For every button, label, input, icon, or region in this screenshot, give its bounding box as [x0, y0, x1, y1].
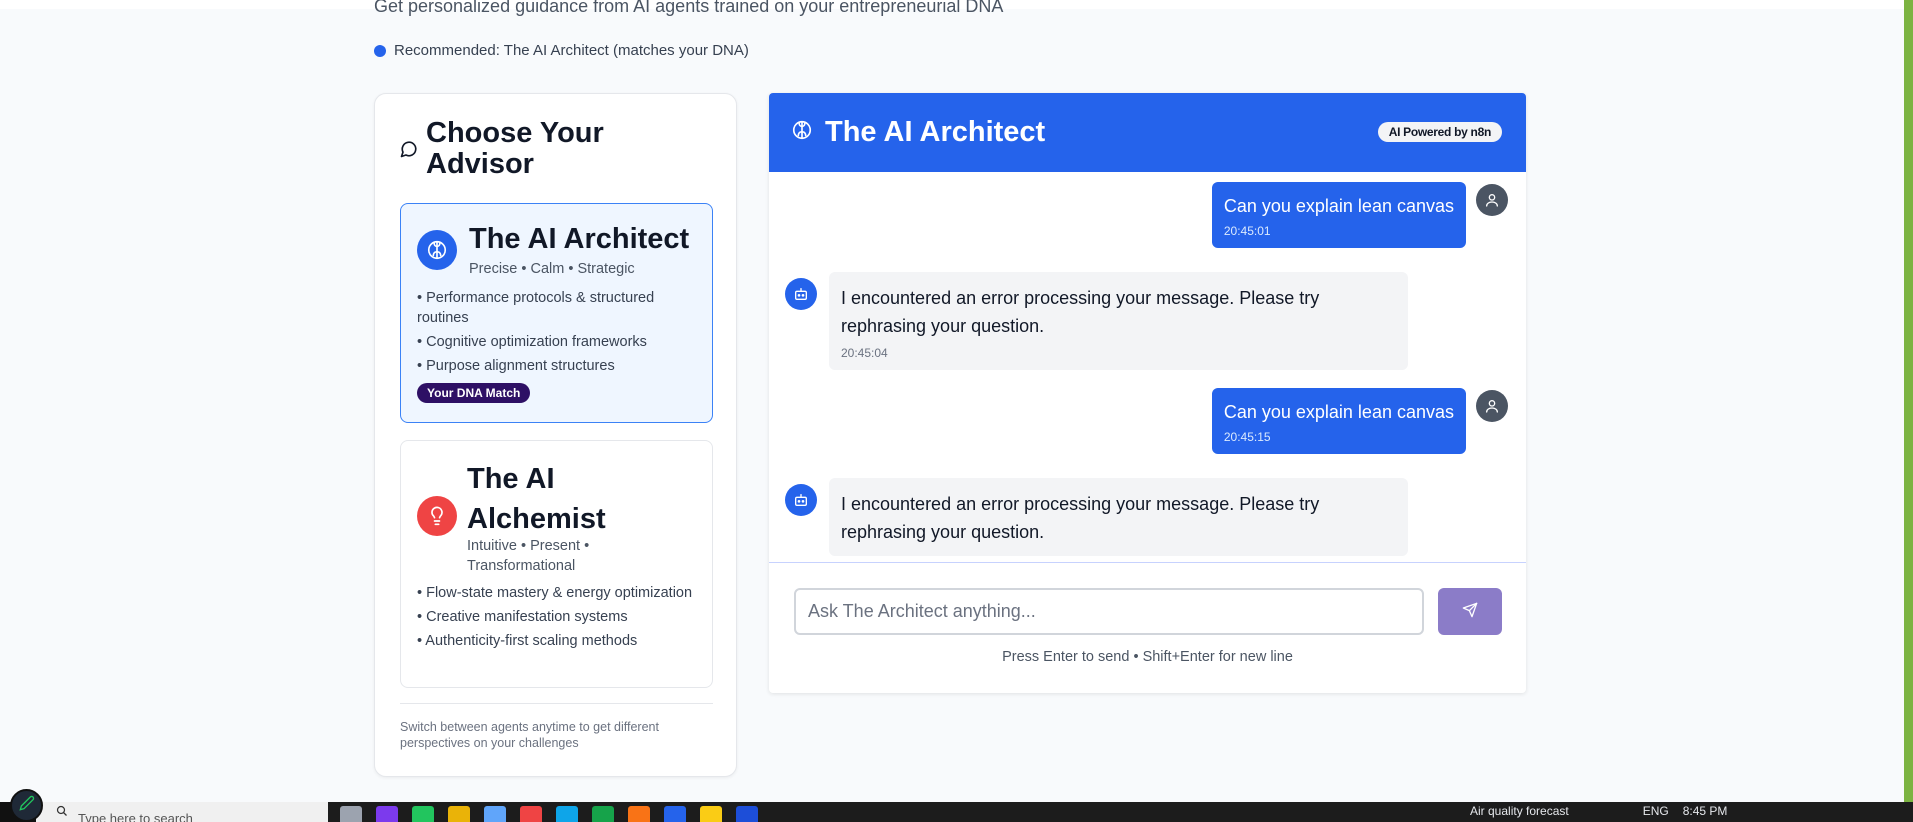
recommendation-text: Recommended: The AI Architect (matches y…: [394, 42, 749, 59]
bot-bubble: I encountered an error processing your m…: [829, 478, 1408, 556]
window-edge-accent: [1904, 0, 1913, 822]
edit-fab-button[interactable]: [10, 789, 43, 822]
message-time: 20:45:01: [1223, 224, 1271, 238]
taskbar-app-icon[interactable]: [520, 806, 542, 822]
message-text: I encountered an error processing your m…: [841, 288, 1320, 336]
advisor-feature: • Flow-state mastery & energy optimizati…: [417, 585, 693, 601]
advisor-name: The AI Architect: [469, 223, 690, 255]
taskbar-search-placeholder: Type here to search: [78, 811, 193, 822]
pencil-icon: [18, 795, 35, 816]
chat-header: The AI Architect AI Powered by n8n: [769, 93, 1526, 172]
taskbar-search[interactable]: Type here to search: [36, 802, 328, 822]
input-divider: [769, 562, 1526, 563]
advisor-panel-header: Choose Your Advisor: [400, 118, 646, 180]
bot-avatar-icon: [785, 278, 817, 310]
chat-panel: The AI Architect AI Powered by n8n Can y…: [769, 93, 1526, 693]
taskbar-app-icon[interactable]: [412, 806, 434, 822]
advisor-card-alchemist[interactable]: The AI Alchemist Intuitive • Present • T…: [400, 440, 713, 688]
taskbar-app-icon[interactable]: [700, 806, 722, 822]
send-icon: [1462, 602, 1478, 621]
bot-avatar-icon: [785, 484, 817, 516]
advisor-switch-note: Switch between agents anytime to get dif…: [400, 720, 659, 750]
recommendation-dot: [374, 44, 386, 57]
message-text: Can you explain lean canvas: [1223, 196, 1454, 216]
search-icon: [56, 804, 68, 822]
taskbar-app-icon[interactable]: [340, 806, 362, 822]
advisor-card-architect[interactable]: The AI Architect Precise • Calm • Strate…: [400, 203, 713, 423]
chat-bubble-icon: [400, 140, 418, 163]
user-message: Can you explain lean canvas 20:45:15: [1211, 388, 1466, 454]
bot-bubble: I encountered an error processing your m…: [829, 272, 1408, 370]
advisor-panel-title: Choose Your Advisor: [426, 117, 604, 180]
dna-match-badge: Your DNA Match: [417, 383, 531, 403]
message-text: Can you explain lean canvas: [1223, 402, 1454, 422]
bot-message: I encountered an error processing your m…: [829, 272, 1408, 370]
brain-icon: [417, 230, 457, 270]
taskbar-app-icon[interactable]: [592, 806, 614, 822]
advisor-panel-divider: [400, 703, 713, 704]
user-message: Can you explain lean canvas 20:45:01: [1211, 182, 1466, 248]
advisor-feature: • Performance protocols & structured rou…: [417, 290, 655, 326]
taskbar-app-icon[interactable]: [664, 806, 686, 822]
advisor-name: The AI Alchemist: [467, 463, 606, 535]
taskbar-apps: [340, 806, 758, 822]
advisor-feature: • Authenticity-first scaling methods: [417, 633, 638, 649]
advisor-feature-list: • Flow-state mastery & energy optimizati…: [417, 583, 707, 655]
system-tray: Air quality forecast ENG 8:45 PM: [1470, 804, 1727, 818]
message-list[interactable]: Can you explain lean canvas 20:45:01 I e…: [769, 172, 1526, 562]
send-button[interactable]: [1438, 588, 1502, 635]
user-bubble: Can you explain lean canvas 20:45:15: [1211, 388, 1466, 454]
weather-widget[interactable]: Air quality forecast: [1470, 804, 1569, 818]
brain-icon: [791, 119, 813, 146]
message-time: 20:45:15: [1223, 430, 1271, 444]
advisor-panel: Choose Your Advisor The AI Architect Pre…: [374, 93, 737, 777]
advisor-feature-list: • Performance protocols & structured rou…: [417, 288, 707, 380]
advisor-traits: Intuitive • Present • Transformational: [467, 538, 590, 574]
language-indicator[interactable]: ENG: [1643, 804, 1669, 818]
taskbar-app-icon[interactable]: [736, 806, 758, 822]
taskbar-app-icon[interactable]: [628, 806, 650, 822]
clock[interactable]: 8:45 PM: [1683, 804, 1728, 818]
chat-title: The AI Architect: [825, 116, 1046, 148]
taskbar-app-icon[interactable]: [448, 806, 470, 822]
advisor-feature: • Creative manifestation systems: [417, 609, 628, 625]
input-hint: Press Enter to send • Shift+Enter for ne…: [1002, 649, 1293, 665]
message-time: 20:45:04: [841, 346, 888, 360]
os-taskbar: Type here to search Air quality forecast…: [0, 802, 1913, 822]
taskbar-app-icon[interactable]: [556, 806, 578, 822]
chat-message-input[interactable]: [794, 588, 1424, 635]
recommendation-line: Recommended: The AI Architect (matches y…: [374, 42, 749, 59]
user-bubble: Can you explain lean canvas 20:45:01: [1211, 182, 1466, 248]
advisor-traits: Precise • Calm • Strategic: [469, 261, 635, 277]
bot-message: I encountered an error processing your m…: [829, 478, 1408, 556]
lightbulb-icon: [417, 496, 457, 536]
message-text: I encountered an error processing your m…: [841, 494, 1320, 542]
advisor-feature: • Cognitive optimization frameworks: [417, 334, 647, 350]
taskbar-app-icon[interactable]: [376, 806, 398, 822]
advisor-feature: • Purpose alignment structures: [417, 358, 615, 374]
powered-by-badge: AI Powered by n8n: [1377, 122, 1502, 142]
taskbar-app-icon[interactable]: [484, 806, 506, 822]
user-avatar-icon: [1476, 184, 1508, 216]
page-subtitle: Get personalized guidance from AI agents…: [374, 0, 1004, 16]
user-avatar-icon: [1476, 390, 1508, 422]
